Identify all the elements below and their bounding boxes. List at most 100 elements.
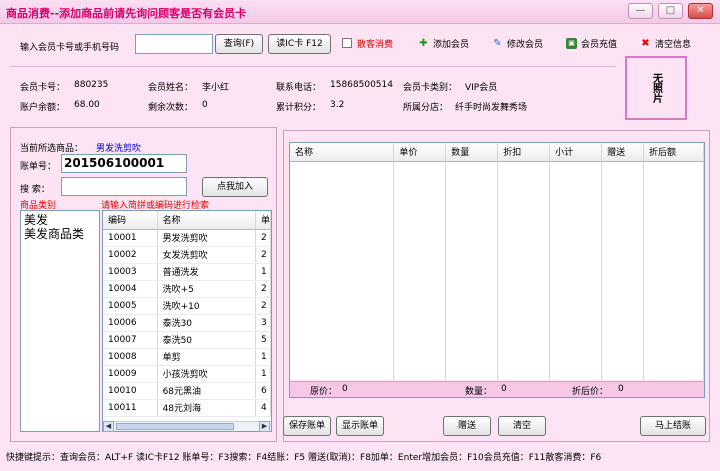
- after-price-value: 0: [618, 384, 624, 394]
- category-item[interactable]: 美发: [24, 213, 96, 227]
- table-cell: 10007: [103, 331, 158, 349]
- orig-price-label: 原价：: [310, 387, 338, 397]
- x-icon: ✖: [641, 38, 650, 49]
- minimize-button[interactable]: —: [628, 3, 653, 19]
- column-header[interactable]: 单价: [393, 143, 447, 162]
- card-no-label: 会员卡号：: [20, 83, 66, 93]
- card-no-value: 880235: [74, 80, 109, 90]
- category-item[interactable]: 美发商品类: [24, 227, 96, 241]
- save-bill-button[interactable]: 保存账单: [283, 416, 331, 436]
- table-cell: 男发洗剪吹: [157, 229, 256, 247]
- table-cell: 泰洗50: [157, 331, 256, 349]
- table-row[interactable]: 10007 泰洗50 5: [103, 331, 271, 349]
- horizontal-scrollbar[interactable]: ◀ ▶: [103, 421, 271, 432]
- product-search-input[interactable]: [61, 177, 187, 196]
- query-button[interactable]: 查询(F): [215, 34, 263, 54]
- column-header[interactable]: 折扣: [497, 143, 551, 162]
- member-name-label: 会员姓名：: [148, 83, 194, 93]
- walkin-label: 散客消费: [357, 40, 394, 50]
- column-header[interactable]: 名称: [290, 143, 395, 162]
- selected-product-label: 当前所选商品：: [20, 144, 84, 154]
- column-header[interactable]: 折后额: [643, 143, 704, 162]
- clear-info-label: 清空信息: [655, 40, 692, 50]
- close-button[interactable]: ✕: [688, 3, 713, 19]
- scroll-left-icon[interactable]: ◀: [103, 421, 114, 432]
- shortcut-hint: 快捷键提示：查询会员：ALT+F 读IC卡F12 账单号：F3搜索：F4结账：F…: [6, 453, 602, 463]
- table-cell: 6: [255, 382, 271, 400]
- remaining-value: 0: [202, 100, 208, 110]
- balance-value: 68.00: [74, 100, 100, 110]
- table-cell: 68元黑油: [157, 382, 256, 400]
- column-header[interactable]: 单: [255, 211, 271, 230]
- table-row[interactable]: 10008 单剪 1: [103, 348, 271, 366]
- table-cell: 1: [255, 263, 271, 281]
- column-header[interactable]: 编码: [103, 211, 158, 230]
- qty-label: 数量：: [465, 387, 493, 397]
- category-list[interactable]: 美发 美发商品类: [20, 210, 100, 432]
- clear-button[interactable]: 清空: [498, 416, 546, 436]
- card-type-label: 会员卡类别：: [403, 83, 458, 93]
- member-photo: 无照片: [625, 56, 687, 120]
- table-cell: 2: [255, 280, 271, 298]
- qty-value: 0: [501, 384, 507, 394]
- pencil-icon: ✎: [493, 38, 502, 49]
- table-cell: 1: [255, 348, 271, 366]
- show-bill-button[interactable]: 显示账单: [336, 416, 384, 436]
- table-cell: 1: [255, 365, 271, 383]
- title-bar: 商品消费--添加商品前请先询问顾客是否有会员卡 — □ ✕: [0, 0, 720, 24]
- walkin-checkbox[interactable]: [342, 38, 352, 48]
- table-cell: 女发洗剪吹: [157, 246, 256, 264]
- table-cell: 10008: [103, 348, 158, 366]
- table-row[interactable]: 10011 48元刘海 4: [103, 399, 271, 417]
- column-header[interactable]: 名称: [157, 211, 256, 230]
- table-cell: 5: [255, 331, 271, 349]
- table-row[interactable]: 10009 小孩洗剪吹 1: [103, 365, 271, 383]
- edit-member-tool[interactable]: ✎ 修改会员: [492, 37, 543, 50]
- table-cell: 泰洗30: [157, 314, 256, 332]
- table-cell: 10006: [103, 314, 158, 332]
- add-member-tool[interactable]: ✚ 添加会员: [418, 37, 469, 50]
- table-row[interactable]: 10010 68元黑油 6: [103, 382, 271, 400]
- bill-no-input[interactable]: 201506100001: [61, 154, 187, 173]
- table-cell: 10011: [103, 399, 158, 417]
- order-summary-bar: 原价： 0 数量： 0 折后价： 0: [290, 381, 704, 397]
- phone-label: 联系电话：: [276, 83, 322, 93]
- order-table[interactable]: 名称 单价 数量 折扣 小计 赠送 折后额 原价： 0 数量： 0 折后价： 0: [289, 142, 705, 398]
- member-search-input[interactable]: [135, 34, 213, 54]
- table-row[interactable]: 10006 泰洗30 3: [103, 314, 271, 332]
- read-ic-button[interactable]: 读IC卡 F12: [268, 34, 331, 54]
- table-row[interactable]: 10003 普通洗发 1: [103, 263, 271, 281]
- maximize-button[interactable]: □: [658, 3, 683, 19]
- table-cell: 普通洗发: [157, 263, 256, 281]
- table-cell: 10005: [103, 297, 158, 315]
- table-row[interactable]: 10004 洗吹+5 2: [103, 280, 271, 298]
- after-price-label: 折后价：: [572, 387, 609, 397]
- table-cell: 4: [255, 399, 271, 417]
- scroll-right-icon[interactable]: ▶: [259, 421, 270, 432]
- table-cell: 洗吹+10: [157, 297, 256, 315]
- table-cell: 10010: [103, 382, 158, 400]
- no-photo-text: 无照片: [650, 73, 662, 103]
- divider: [10, 66, 616, 67]
- table-row[interactable]: 10005 洗吹+10 2: [103, 297, 271, 315]
- table-row[interactable]: 10002 女发洗剪吹 2: [103, 246, 271, 264]
- column-header[interactable]: 数量: [445, 143, 499, 162]
- column-header[interactable]: 赠送: [601, 143, 645, 162]
- column-header[interactable]: 小计: [549, 143, 603, 162]
- recharge-tool[interactable]: ▣ 会员充值: [566, 37, 617, 50]
- table-cell: 3: [255, 314, 271, 332]
- table-cell: 10001: [103, 229, 158, 247]
- product-table[interactable]: 编码 名称 单 10001 男发洗剪吹 2 10002 女发洗剪吹 2 10003 普通洗发 1…: [102, 210, 272, 432]
- product-search-label: 搜 索：: [20, 185, 50, 195]
- gift-button[interactable]: 赠送: [443, 416, 491, 436]
- clear-info-tool[interactable]: ✖ 清空信息: [640, 37, 691, 50]
- save-icon: ▣: [566, 38, 577, 49]
- table-row[interactable]: 10001 男发洗剪吹 2: [103, 229, 271, 247]
- scroll-thumb[interactable]: [116, 423, 234, 430]
- add-member-label: 添加会员: [433, 40, 470, 50]
- table-cell: 2: [255, 246, 271, 264]
- add-product-button[interactable]: 点我加入: [202, 177, 268, 197]
- table-cell: 10004: [103, 280, 158, 298]
- checkout-button[interactable]: 马上结账: [640, 416, 706, 436]
- points-value: 3.2: [330, 100, 345, 110]
